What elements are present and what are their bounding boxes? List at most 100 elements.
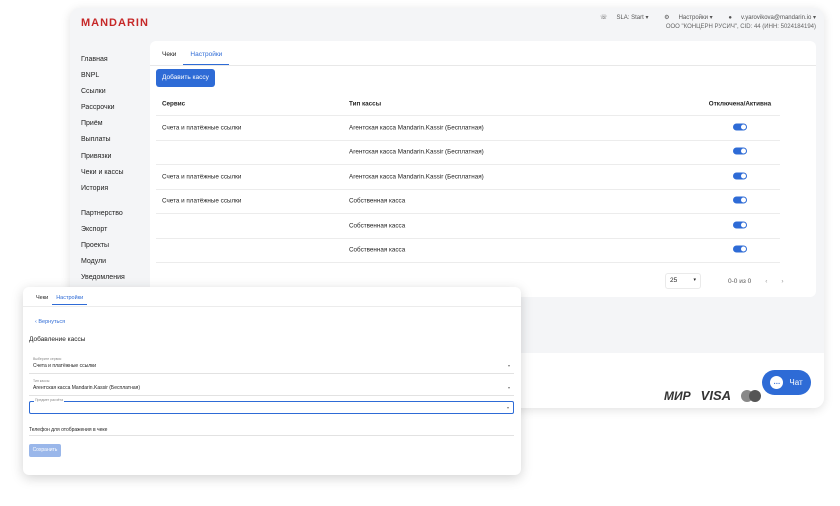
next-page-button[interactable]: › — [781, 278, 783, 285]
tab-receipts[interactable]: Чеки — [32, 292, 52, 305]
table-row: Агентская касса Mandarin.Kassir (Бесплат… — [156, 141, 780, 165]
user-email: v.yarovikova@mandarin.io — [740, 15, 812, 21]
sidebar-item-bindings[interactable]: Привязки — [81, 149, 147, 165]
add-kassa-window: Чеки Настройки ‹ Вернуться Добавление ка… — [23, 287, 521, 475]
service-select[interactable]: Выберите сервис Счета и платёжные ссылки… — [29, 357, 514, 374]
kassa-table: Сервис Тип кассы Отключена/Активна Счета… — [156, 93, 780, 263]
payment-logos: МИР VISA — [664, 388, 769, 403]
table-row: Счета и платёжные ссылки Агентская касса… — [156, 116, 780, 141]
active-toggle[interactable] — [733, 196, 747, 204]
table-row: Счета и платёжные ссылки Собственная кас… — [156, 190, 780, 214]
sidebar-item-receiving[interactable]: Приём — [81, 116, 147, 132]
user-icon: ● — [728, 15, 732, 21]
sidebar: Главная BNPL Ссылки Рассрочки Приём Выпл… — [81, 52, 147, 286]
row-service: Счета и платёжные ссылки — [162, 124, 242, 132]
page-size-value: 25 — [670, 277, 678, 284]
settings-menu[interactable]: ⚙ Настройки ▾ — [657, 15, 713, 21]
brand-logo[interactable]: MANDARIN — [81, 17, 149, 29]
column-header-service: Сервис — [162, 100, 186, 108]
chat-icon: … — [770, 376, 784, 389]
active-toggle[interactable] — [733, 221, 747, 229]
sidebar-item-home[interactable]: Главная — [81, 52, 147, 68]
phone-icon: ☏ — [599, 15, 608, 21]
service-select-value: Счета и платёжные ссылки — [33, 363, 97, 369]
back-link[interactable]: ‹ Вернуться — [35, 319, 65, 325]
row-type: Собственная касса — [349, 246, 406, 254]
row-type: Агентская касса Mandarin.Kassir (Бесплат… — [349, 124, 484, 132]
chevron-down-icon: ▾ — [693, 277, 696, 283]
sidebar-item-bnpl[interactable]: BNPL — [81, 68, 147, 84]
payment-subject-select[interactable]: Предмет расчёта ▾ — [29, 398, 514, 414]
sidebar-item-projects[interactable]: Проекты — [81, 238, 147, 254]
top-header: MANDARIN ☏ SLA: Start ▾ ⚙ Настройки ▾ ● v.y… — [70, 8, 824, 38]
row-type: Собственная касса — [349, 197, 406, 205]
row-type: Собственная касса — [349, 222, 406, 230]
mastercard-icon — [741, 389, 761, 403]
content-card: Чеки Настройки Добавить кассу Сервис Тип… — [150, 41, 816, 297]
prev-page-button[interactable]: ‹ — [765, 278, 767, 285]
header-right: ☏ SLA: Start ▾ ⚙ Настройки ▾ ● v.yarovikova… — [586, 14, 816, 32]
save-button[interactable]: Сохранить — [29, 444, 61, 457]
row-status — [700, 245, 780, 255]
row-status — [700, 172, 780, 181]
sla-label: SLA: Start — [616, 15, 644, 21]
table-header: Сервис Тип кассы Отключена/Активна — [156, 93, 780, 116]
row-service: Счета и платёжные ссылки — [162, 197, 242, 205]
service-select-label: Выберите сервис — [33, 357, 62, 361]
kassa-type-label: Тип кассы — [33, 379, 50, 383]
row-status — [700, 123, 780, 132]
sidebar-item-links[interactable]: Ссылки — [81, 84, 147, 100]
user-menu[interactable]: ● v.yarovikova@mandarin.io ▾ — [721, 15, 816, 21]
pagination: 25 ▾ 0-0 из 0 ‹ › — [665, 273, 784, 289]
tabs: Чеки Настройки — [155, 47, 230, 65]
payment-subject-label: Предмет расчёта — [34, 398, 65, 402]
phone-field-label[interactable]: Телефон для отображения в чеке — [29, 427, 107, 433]
sidebar-item-partnership[interactable]: Партнерство — [81, 206, 147, 222]
column-header-status: Отключена/Активна — [708, 100, 772, 108]
mir-logo: МИР — [664, 388, 691, 403]
chevron-down-icon: ▾ — [507, 385, 510, 390]
sidebar-item-receipts[interactable]: Чеки и кассы — [81, 165, 147, 181]
table-row: Собственная касса — [156, 239, 780, 263]
row-status — [700, 221, 780, 230]
chevron-down-icon: ▾ — [507, 363, 510, 368]
active-toggle[interactable] — [733, 245, 747, 253]
column-header-type: Тип кассы — [349, 100, 382, 108]
sidebar-item-history[interactable]: История — [81, 181, 147, 197]
chevron-down-icon: ▾ — [506, 405, 509, 410]
gear-icon: ⚙ — [664, 15, 670, 21]
kassa-type-select[interactable]: Тип кассы Агентская касса Mandarin.Kassi… — [29, 379, 514, 396]
settings-label: Настройки — [678, 15, 708, 21]
sidebar-item-installments[interactable]: Рассрочки — [81, 100, 147, 116]
org-info: ООО "КОНЦЕРН РУСИЧ", CID: 44 (ИНН: 50241… — [665, 24, 816, 30]
chat-button[interactable]: … Чат — [762, 370, 811, 395]
tab-settings[interactable]: Настройки — [52, 292, 88, 305]
sidebar-item-export[interactable]: Экспорт — [81, 222, 147, 238]
sidebar-item-modules[interactable]: Модули — [81, 254, 147, 270]
row-service: Счета и платёжные ссылки — [162, 173, 242, 181]
page-count: 0-0 из 0 — [728, 277, 752, 285]
sidebar-item-payouts[interactable]: Выплаты — [81, 132, 147, 148]
sla-menu[interactable]: ☏ SLA: Start ▾ — [593, 15, 649, 21]
table-row: Собственная касса — [156, 214, 780, 239]
sidebar-item-notifications[interactable]: Уведомления — [81, 270, 147, 286]
active-toggle[interactable] — [733, 147, 747, 155]
tab-settings[interactable]: Настройки — [183, 47, 230, 65]
row-status — [700, 147, 780, 157]
modal-tabs-divider — [23, 306, 521, 307]
active-toggle[interactable] — [733, 123, 747, 131]
visa-logo: VISA — [700, 388, 731, 403]
table-row: Счета и платёжные ссылки Агентская касса… — [156, 165, 780, 190]
back-label: Вернуться — [38, 319, 66, 325]
row-type: Агентская касса Mandarin.Kassir (Бесплат… — [349, 148, 484, 156]
active-toggle[interactable] — [733, 172, 747, 180]
tab-receipts[interactable]: Чеки — [155, 47, 183, 65]
chat-label: Чат — [789, 378, 803, 387]
page-size-select[interactable]: 25 ▾ — [665, 273, 701, 289]
tabs-divider — [150, 65, 816, 66]
row-status — [700, 196, 780, 206]
row-type: Агентская касса Mandarin.Kassir (Бесплат… — [349, 173, 484, 181]
page-title: Добавление кассы — [29, 336, 86, 343]
add-kassa-button[interactable]: Добавить кассу — [156, 69, 215, 87]
